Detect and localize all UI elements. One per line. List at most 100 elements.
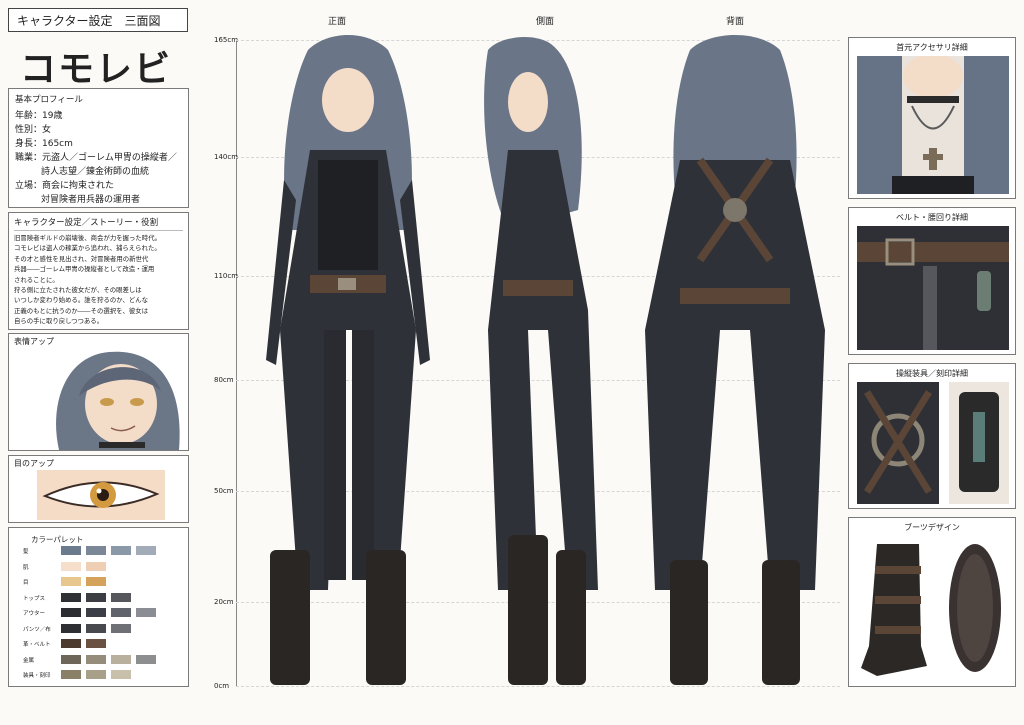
face-label: 表情アップ (14, 337, 54, 346)
palette-row-label: 革・ベルト (23, 642, 51, 648)
palette-row-label: 装具・刻印 (23, 673, 51, 679)
view-front-label: 正面 (328, 17, 347, 27)
palette-heading: カラーパレット (31, 535, 84, 544)
story-line: 兵器――ゴーレム甲冑の操縦者として改造・運用 (14, 265, 155, 274)
palette-row: 肌 (23, 561, 193, 572)
color-swatch (136, 654, 156, 664)
profile-age: 年齢：19歳 (15, 111, 63, 121)
color-swatch (61, 561, 81, 571)
palette-row-label: トップス (23, 595, 46, 602)
palette-row: 髪 (23, 546, 193, 556)
boots-illustration (861, 544, 1001, 676)
necklace-illustration (857, 56, 1009, 194)
color-swatch (61, 654, 81, 664)
color-swatch (86, 654, 106, 664)
color-swatch (86, 639, 106, 648)
ruler-label: 140cm (214, 153, 239, 161)
ruler-label: 20cm (214, 598, 234, 606)
story-line: 正義のもとに抗うのか――その選択を、彼女は (14, 306, 149, 315)
profile-panel: 基本プロフィール 年齢：19歳 性別：女 身長：165cm 職業：元盗人／ゴーレ… (8, 88, 189, 208)
palette-row-label: パンツ／布 (23, 626, 51, 633)
front-view-figure (266, 35, 430, 685)
palette-row-label: 金属 (23, 657, 35, 664)
color-swatch (111, 546, 131, 555)
ruler-label: 50cm (214, 487, 234, 495)
color-swatch (61, 546, 81, 555)
color-swatch (61, 592, 81, 602)
face-illustration (56, 351, 180, 450)
palette-row: パンツ／布 (23, 623, 193, 634)
color-swatch (86, 592, 106, 602)
story-line: いつしか変わり始める。誰を狩るのか、どんな (14, 296, 149, 305)
necklace-detail-panel: 首元アクセサリ詳細 (848, 37, 1016, 199)
profile-gender: 性別：女 (15, 125, 52, 135)
belt-detail-title: ベルト・腰回り詳細 (896, 213, 968, 222)
belt-illustration (857, 226, 1009, 350)
ruler-label: 0cm (214, 682, 230, 690)
ruler-label: 165cm (214, 36, 239, 44)
belt-detail-panel: ベルト・腰回り詳細 (848, 207, 1016, 355)
palette-row: 目 (23, 577, 193, 587)
palette-row-label: 髪 (23, 549, 29, 555)
palette-row: アウター (23, 608, 193, 618)
boots-detail-panel: ブーツデザイン (848, 517, 1016, 687)
height-ruler (236, 40, 237, 686)
profile-height: 身長：165cm (15, 139, 73, 149)
pilot-gear-detail-title: 操縦装具／刻印詳細 (896, 369, 968, 378)
palette-row: 装具・刻印 (23, 670, 193, 680)
story-line: 旧冒険者ギルドの崩壊後、商会が力を握った時代。 (14, 234, 161, 242)
palette-row-label: アウター (23, 611, 46, 617)
color-swatch (86, 608, 106, 617)
ruler-label: 80cm (214, 376, 234, 384)
color-swatch (136, 608, 156, 617)
profile-job: 職業：元盗人／ゴーレム甲冑の操縦者／ (15, 153, 177, 163)
pilot-gear-illustration (857, 382, 1009, 504)
palette-row: 革・ベルト (23, 639, 193, 649)
color-swatch (61, 670, 81, 679)
palette-row: 金属 (23, 654, 193, 665)
pilot-gear-detail-panel: 操縦装具／刻印詳細 (848, 363, 1016, 509)
color-swatch (111, 623, 131, 633)
story-line: コモレビは盗人の稼業から追われ、捕らえられた。 (14, 244, 161, 253)
color-swatch (86, 577, 106, 586)
color-swatch (136, 546, 156, 555)
boots-detail-title: ブーツデザイン (904, 523, 960, 532)
back-view-figure (645, 35, 825, 685)
color-swatch (61, 639, 81, 648)
eye-label: 目のアップ (14, 459, 54, 468)
story-body: 旧冒険者ギルドの崩壊後、商会が力を握った時代。 コモレビは盗人の稼業から追われ、… (14, 233, 183, 327)
color-swatch (61, 577, 81, 586)
palette-row: トップス (23, 592, 193, 603)
story-panel: キャラクター設定／ストーリー・役割 旧冒険者ギルドの崩壊後、商会が力を握った時代… (8, 212, 189, 330)
profile-job-cont: 詩人志望／錬金術師の血統 (41, 167, 150, 177)
color-swatch (111, 592, 131, 602)
ruler-label: 110cm (214, 272, 239, 280)
color-swatch (86, 561, 106, 571)
story-heading: キャラクター設定／ストーリー・役割 (14, 216, 183, 231)
palette-row-label: 目 (23, 580, 29, 586)
story-line: 自らの手に取り戻しつつある。 (14, 317, 104, 326)
eye-illustration (37, 470, 165, 520)
color-swatch (111, 670, 131, 679)
face-closeup-panel: 表情アップ (8, 333, 189, 451)
side-view-figure (484, 36, 598, 685)
sheet-title: キャラクター設定 三面図 (8, 8, 188, 32)
view-back-label: 背面 (726, 17, 745, 27)
profile-status-cont: 対冒険者用兵器の運用者 (41, 195, 141, 205)
eye-closeup-panel: 目のアップ (8, 455, 189, 523)
color-swatch (86, 670, 106, 679)
color-swatch (86, 546, 106, 555)
palette-row-label: 肌 (23, 564, 29, 571)
story-line: されることに。 (14, 275, 59, 284)
view-side-label: 側面 (536, 17, 555, 27)
color-palette-panel: カラーパレット 髪肌目トップスアウターパンツ／布革・ベルト金属装具・刻印 (8, 527, 189, 687)
story-line: その才と感性を見出され、対冒険者用の新世代 (14, 254, 149, 263)
color-swatch (111, 654, 131, 664)
profile-heading: 基本プロフィール (15, 95, 83, 105)
color-swatch (111, 608, 131, 617)
color-swatch (61, 623, 81, 633)
color-swatch (61, 608, 81, 617)
color-swatch (86, 623, 106, 633)
story-line: 狩る側に立たされた彼女だが、その眼差しは (14, 286, 142, 295)
profile-status: 立場：商会に拘束された (15, 181, 115, 191)
